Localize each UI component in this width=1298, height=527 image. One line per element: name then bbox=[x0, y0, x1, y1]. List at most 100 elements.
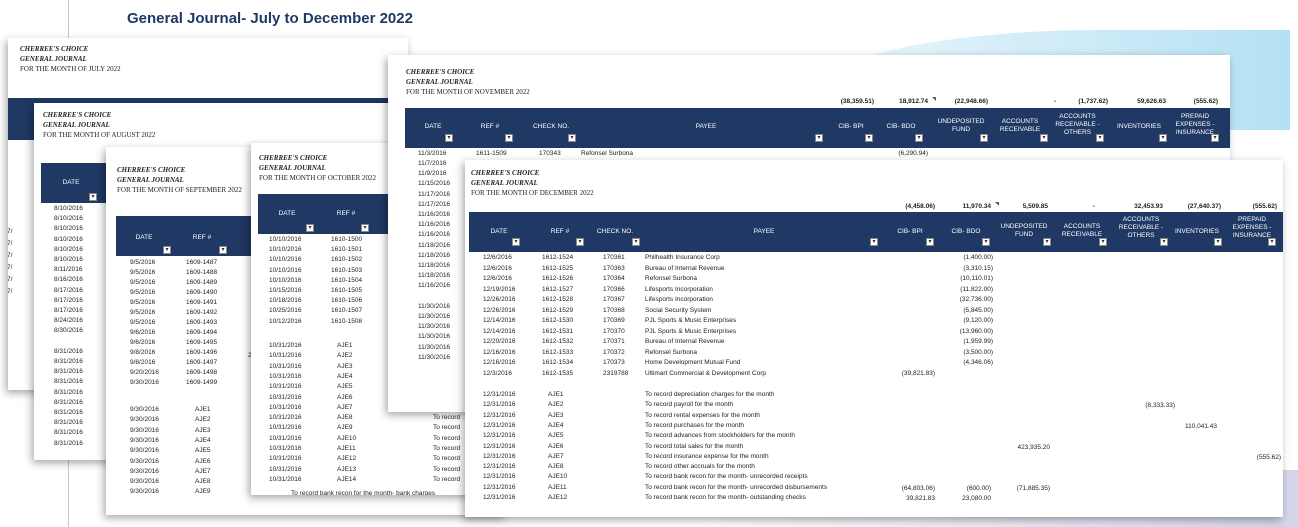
cell-payee: Bureau of Internal Revenue bbox=[645, 264, 725, 272]
company-name: CHERREE'S CHOICE bbox=[471, 169, 540, 177]
cell-date: 8/31/2016 bbox=[54, 429, 83, 437]
cell-date: 8/17/2016 bbox=[54, 286, 83, 294]
filter-dropdown-icon[interactable]: ▾ bbox=[980, 134, 988, 142]
cell-date: 11/30/2016 bbox=[418, 302, 451, 310]
cell-ar-others: (8,333.33) bbox=[1145, 402, 1175, 410]
filter-dropdown-icon[interactable]: ▾ bbox=[926, 238, 934, 246]
filter-dropdown-icon[interactable]: ▾ bbox=[1096, 134, 1104, 142]
filter-dropdown-icon[interactable]: ▾ bbox=[915, 134, 923, 142]
cell-ref: AJE5 bbox=[337, 383, 353, 391]
filter-dropdown-icon[interactable]: ▾ bbox=[1099, 238, 1107, 246]
col-header-ref: REF # bbox=[336, 210, 356, 217]
cell-date: 9/20/2016 bbox=[130, 369, 159, 376]
sheet-december[interactable]: CHERREE'S CHOICE GENERAL JOURNAL FOR THE… bbox=[465, 160, 1283, 517]
cell-ref: 1609-1488 bbox=[186, 269, 218, 276]
cell-date-fragment: 7/ bbox=[8, 228, 13, 235]
cell-ref: AJE4 bbox=[548, 421, 564, 429]
column-total: (555.62) bbox=[1252, 203, 1277, 210]
cell-date: 11/16/2016 bbox=[418, 221, 451, 229]
filter-dropdown-icon[interactable]: ▾ bbox=[1043, 238, 1051, 246]
col-header-prepaid-insurance: PREPAID EXPENSES - INSURANCE bbox=[1232, 216, 1272, 239]
column-total: - bbox=[1053, 98, 1056, 105]
col-header-date: DATE bbox=[62, 179, 80, 186]
filter-dropdown-icon[interactable]: ▾ bbox=[1211, 134, 1219, 142]
filter-dropdown-icon[interactable]: ▾ bbox=[445, 134, 453, 142]
filter-dropdown-icon[interactable]: ▾ bbox=[1160, 238, 1168, 246]
filter-dropdown-icon[interactable]: ▾ bbox=[632, 238, 640, 246]
filter-dropdown-icon[interactable]: ▾ bbox=[163, 246, 171, 254]
cell-ref: 1610-1505 bbox=[331, 287, 363, 294]
cell-date: 9/30/2016 bbox=[130, 447, 159, 455]
filter-dropdown-icon[interactable]: ▾ bbox=[89, 193, 97, 201]
cell-date: 8/31/2016 bbox=[54, 409, 83, 416]
cell-description: To record total sales for the month bbox=[645, 442, 744, 450]
col-header-ref: REF # bbox=[550, 228, 570, 235]
cell-date: 11/17/2016 bbox=[418, 190, 451, 198]
column-total: (4,458.06) bbox=[905, 203, 935, 210]
cell-date: 12/31/2016 bbox=[483, 411, 516, 419]
cell-date: 12/6/2016 bbox=[483, 254, 512, 261]
cell-cib-bdo: (10,110.01) bbox=[960, 275, 993, 282]
cell-date: 9/5/2016 bbox=[130, 289, 156, 296]
cell-date: 9/5/2016 bbox=[130, 269, 156, 276]
cell-cib-bdo: (1,400.00) bbox=[963, 254, 993, 261]
column-total: (22,948.66) bbox=[954, 98, 988, 105]
filter-dropdown-icon[interactable]: ▾ bbox=[865, 134, 873, 142]
cell-payee: Refonsel Surbona bbox=[645, 348, 698, 356]
cell-ref: 1609-1497 bbox=[186, 359, 218, 366]
cell-description: To record advances from stockholders for… bbox=[645, 432, 795, 440]
cell-date: 11/30/2016 bbox=[418, 343, 451, 351]
filter-dropdown-icon[interactable]: ▾ bbox=[1040, 134, 1048, 142]
cell-ref: AJE6 bbox=[337, 393, 353, 401]
filter-dropdown-icon[interactable]: ▾ bbox=[870, 238, 878, 246]
col-header-cib-bpi: CIB- BPI bbox=[838, 123, 864, 130]
filter-dropdown-icon[interactable]: ▾ bbox=[982, 238, 990, 246]
cell-description: To record bank recon for the month- bank… bbox=[291, 490, 436, 495]
cell-date: 8/10/2016 bbox=[54, 245, 83, 253]
cell-date: 10/10/2016 bbox=[269, 266, 302, 274]
cell-description: To record bank recon for the month- unre… bbox=[645, 473, 808, 481]
cell-ref: 1609-1490 bbox=[186, 289, 218, 296]
cell-ref: AJE3 bbox=[195, 426, 211, 434]
filter-dropdown-icon[interactable]: ▾ bbox=[361, 224, 369, 232]
cell-date: 9/30/2016 bbox=[130, 379, 159, 386]
cell-check-no: 170364 bbox=[603, 275, 625, 282]
cell-date: 8/31/2016 bbox=[54, 439, 83, 447]
cell-cib-bpi: (39,821.83) bbox=[901, 369, 935, 377]
cell-ref: AJE8 bbox=[337, 414, 353, 422]
cell-ref: AJE11 bbox=[548, 483, 567, 491]
column-total: (1,737.62) bbox=[1078, 98, 1108, 105]
cell-date: 11/18/2016 bbox=[418, 262, 451, 269]
filter-dropdown-icon[interactable]: ▾ bbox=[1214, 238, 1222, 246]
filter-dropdown-icon[interactable]: ▾ bbox=[505, 134, 513, 142]
month-label: FOR THE MONTH OF OCTOBER 2022 bbox=[259, 174, 377, 182]
filter-dropdown-icon[interactable]: ▾ bbox=[568, 134, 576, 142]
cell-ref: 1612-1525 bbox=[542, 264, 574, 272]
cell-date: 12/31/2016 bbox=[483, 483, 516, 491]
filter-dropdown-icon[interactable]: ▾ bbox=[1268, 238, 1276, 246]
column-total: (27,640.37) bbox=[1187, 203, 1221, 210]
filter-dropdown-icon[interactable]: ▾ bbox=[219, 246, 227, 254]
cell-date: 8/31/2016 bbox=[54, 398, 83, 406]
cell-date: 8/31/2016 bbox=[54, 368, 83, 376]
filter-dropdown-icon[interactable]: ▾ bbox=[306, 224, 314, 232]
filter-dropdown-icon[interactable]: ▾ bbox=[1159, 134, 1167, 142]
cell-cib-bpi: 39,821.83 bbox=[906, 495, 935, 502]
cell-ref: 1611-1509 bbox=[476, 150, 507, 157]
cell-check-no: 170370 bbox=[603, 327, 625, 335]
filter-dropdown-icon[interactable]: ▾ bbox=[815, 134, 823, 142]
cell-undeposited-fund: 423,935.20 bbox=[1017, 443, 1050, 451]
cell-date: 12/20/2016 bbox=[483, 338, 516, 345]
company-name: CHERREE'S CHOICE bbox=[43, 111, 112, 119]
cell-date: 10/10/2016 bbox=[269, 276, 302, 284]
col-header-undeposited-fund: UNDEPOSITED FUND bbox=[1000, 223, 1048, 238]
cell-comment-marker bbox=[995, 202, 999, 206]
cell-cib-bdo: (3,310.15) bbox=[963, 264, 993, 272]
col-header-cib-bdo: CIB- BDO bbox=[951, 228, 981, 235]
cell-undeposited-fund: (71,885.35) bbox=[1016, 484, 1050, 492]
month-label: FOR THE MONTH OF JULY 2022 bbox=[20, 65, 121, 73]
journal-title: GENERAL JOURNAL bbox=[43, 121, 110, 129]
cell-check-no: 170367 bbox=[603, 296, 625, 303]
filter-dropdown-icon[interactable]: ▾ bbox=[512, 238, 520, 246]
filter-dropdown-icon[interactable]: ▾ bbox=[576, 238, 584, 246]
